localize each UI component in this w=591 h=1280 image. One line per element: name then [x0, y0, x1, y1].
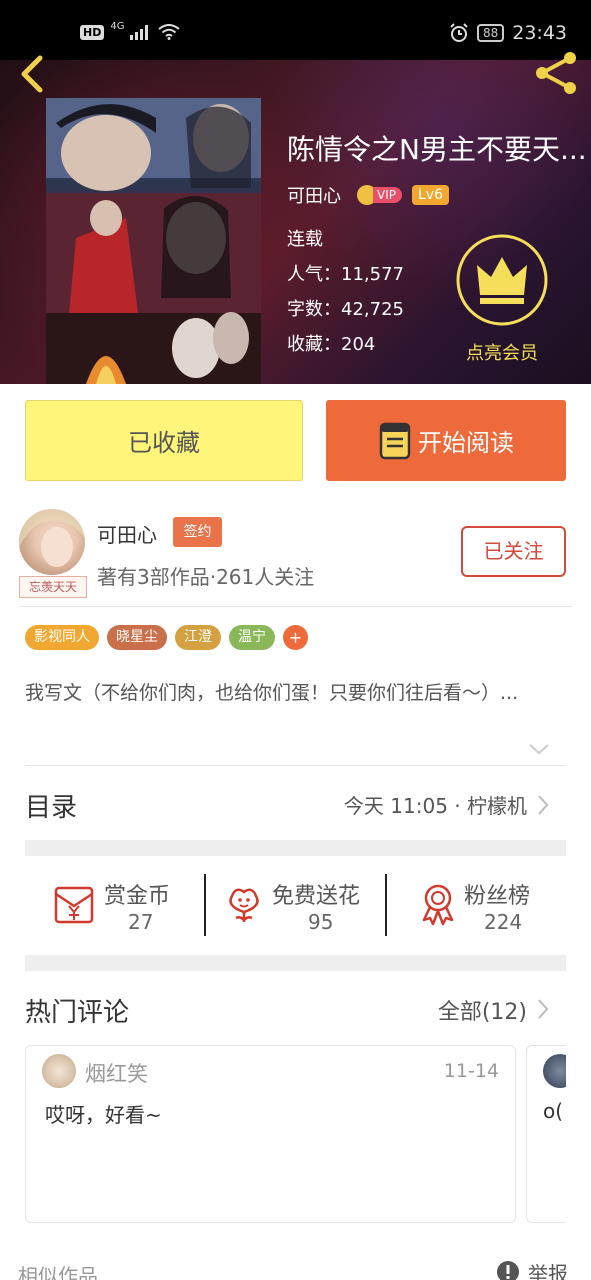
author-avatar[interactable]	[19, 509, 85, 575]
reward-coins-button[interactable]: 赏金币 27	[52, 872, 192, 936]
book-description[interactable]: 我写文（不给你们肉，也给你们蛋！只要你们往后看～）...	[25, 677, 565, 709]
wifi-icon	[158, 24, 181, 40]
signed-badge: 签约	[173, 517, 222, 547]
reward-count: 224	[484, 910, 523, 934]
comment-date: 11-14	[443, 1060, 499, 1082]
divider	[25, 765, 566, 766]
clock: 23:43	[512, 22, 567, 44]
toc-title[interactable]: 目录	[25, 787, 77, 824]
red-envelope-icon	[54, 886, 94, 924]
popularity-stat: 人气：11,577	[287, 264, 404, 285]
status-bar: HD 4G 88 23:43	[0, 0, 591, 60]
avatar-tag: 忘羡天天	[19, 576, 87, 598]
comment-card[interactable]: 烟红笑 11-14 哎呀，好看~	[25, 1045, 516, 1223]
divider	[204, 874, 206, 936]
word-count-stat: 字数：42,725	[287, 299, 404, 320]
chevron-right-icon[interactable]	[536, 998, 550, 1020]
book-header: HD 4G 88 23:43 陈情令之N男主不要天... 可田心 VIP Lv6…	[0, 0, 591, 384]
flower-icon	[229, 888, 259, 922]
reward-count: 95	[308, 910, 334, 934]
back-chevron-icon[interactable]	[12, 52, 52, 96]
fan-ranking-button[interactable]: 粉丝榜 224	[416, 872, 556, 936]
battery-icon: 88	[476, 24, 505, 42]
reward-count: 27	[128, 910, 154, 934]
vip-member-button[interactable]: 点亮会员	[455, 233, 549, 365]
send-flower-button[interactable]: 免费送花 95	[222, 872, 382, 936]
report-button[interactable]: 举报	[528, 1258, 568, 1280]
author-name[interactable]: 可田心	[287, 182, 341, 208]
hot-comments-title: 热门评论	[25, 998, 130, 1028]
level-badge: Lv6	[411, 185, 449, 205]
signal-icon	[130, 25, 149, 40]
start-reading-label: 开始阅读	[418, 429, 514, 457]
divider	[385, 874, 387, 936]
comment-text: 哎呀，好看~	[45, 1103, 162, 1127]
crown-icon	[456, 234, 548, 326]
vip-badge: VIP	[357, 185, 402, 205]
collection-count-stat: 收藏：204	[287, 334, 376, 355]
author-meta: 著有3部作品·261人关注	[97, 565, 315, 589]
serial-status: 连载	[287, 229, 323, 250]
member-label: 点亮会员	[466, 343, 538, 364]
commenter-avatar[interactable]	[42, 1054, 76, 1088]
network-type: 4G	[110, 20, 125, 32]
tag-item[interactable]: 影视同人	[25, 625, 99, 650]
author-card-name[interactable]: 可田心	[97, 519, 157, 548]
medal-icon	[422, 884, 454, 926]
alarm-icon	[450, 23, 468, 42]
reward-label: 赏金币	[104, 884, 171, 909]
collected-label: 已收藏	[128, 429, 200, 457]
more-tags-button[interactable]: +	[283, 625, 308, 650]
chevron-right-icon[interactable]	[536, 794, 550, 816]
comment-text: o(	[543, 1099, 564, 1123]
all-comments-link[interactable]: 全部(12)	[438, 994, 527, 1026]
tag-item[interactable]: 晓星尘	[107, 625, 167, 650]
reward-label: 粉丝榜	[464, 884, 531, 909]
share-icon[interactable]	[532, 50, 582, 96]
section-separator	[25, 840, 566, 856]
book-icon	[379, 422, 411, 459]
book-title: 陈情令之N男主不要天...	[287, 133, 587, 166]
alert-icon[interactable]	[496, 1260, 520, 1280]
commenter-name[interactable]: 烟红笑	[85, 1058, 148, 1088]
toc-latest-update[interactable]: 今天 11:05 · 柠檬机	[344, 790, 527, 819]
tag-list: 影视同人 晓星尘 江澄 温宁 +	[25, 625, 308, 650]
chevron-down-icon[interactable]	[528, 742, 550, 756]
follow-button[interactable]: 已关注	[461, 526, 566, 577]
collected-button[interactable]: 已收藏	[25, 400, 303, 481]
tag-item[interactable]: 温宁	[229, 625, 275, 650]
start-reading-button[interactable]: 开始阅读	[326, 400, 566, 481]
reward-label: 免费送花	[272, 884, 361, 909]
hd-indicator: HD	[80, 24, 105, 40]
divider	[19, 606, 572, 607]
similar-works-title: 相似作品	[18, 1264, 98, 1280]
section-separator	[25, 955, 566, 971]
tag-item[interactable]: 江澄	[175, 625, 221, 650]
book-cover-image[interactable]	[46, 98, 261, 384]
